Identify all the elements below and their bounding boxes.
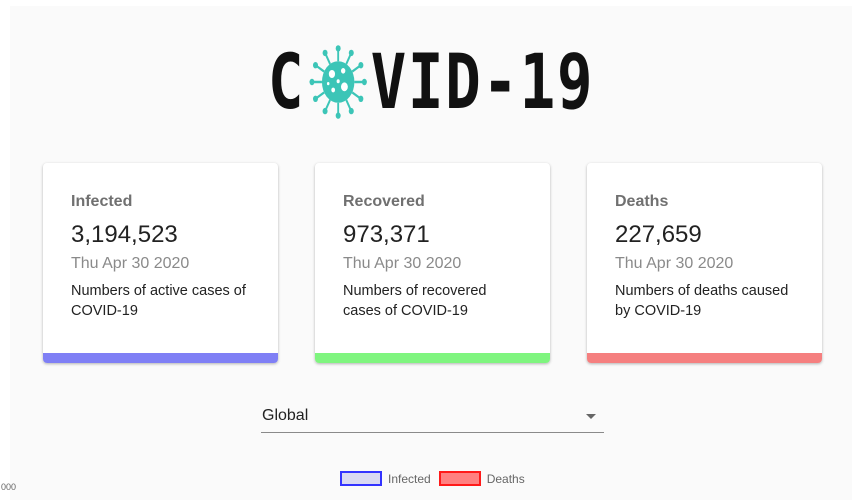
card-date: Thu Apr 30 2020 — [343, 255, 462, 272]
chevron-down-icon[interactable] — [586, 414, 596, 419]
card-value: 227,659 — [615, 221, 702, 248]
logo-text-start: C — [267, 37, 306, 126]
card-description: Numbers of active cases of COVID-19 — [71, 283, 246, 319]
logo-text-end: VID-19 — [370, 37, 595, 126]
country-select-value: Global — [262, 407, 309, 424]
card-value: 3,194,523 — [71, 221, 178, 248]
app-page: C VID-19 Infected 3,194,523 Thu Apr 30 2… — [10, 6, 852, 500]
legend-label: Deaths — [486, 471, 525, 486]
card-value: 973,371 — [343, 221, 430, 248]
card-description: Numbers of recovered cases of COVID-19 — [343, 283, 487, 319]
legend-swatch — [438, 471, 481, 486]
legend-label: Infected — [388, 471, 431, 486]
card-title: Deaths — [615, 193, 669, 210]
card-title: Infected — [71, 193, 133, 210]
virus-icon — [309, 45, 367, 119]
chart-legend: Infected Deaths — [340, 471, 533, 486]
legend-item-deaths[interactable]: Deaths — [438, 471, 525, 486]
card-description: Numbers of deaths caused by COVID-19 — [615, 283, 789, 319]
recovered-card: Recovered 973,371 Thu Apr 30 2020 Number… — [315, 163, 550, 363]
legend-swatch — [340, 471, 382, 486]
covid-logo: C VID-19 — [103, 42, 760, 122]
card-color-stripe — [315, 353, 550, 363]
card-title: Recovered — [343, 193, 425, 210]
chart-y-tick: 000 — [1, 482, 17, 492]
country-select[interactable]: Global — [261, 402, 604, 433]
infected-card: Infected 3,194,523 Thu Apr 30 2020 Numbe… — [43, 163, 278, 363]
card-color-stripe — [43, 353, 278, 363]
card-color-stripe — [587, 353, 822, 363]
deaths-card: Deaths 227,659 Thu Apr 30 2020 Numbers o… — [587, 163, 822, 363]
card-date: Thu Apr 30 2020 — [615, 255, 734, 272]
legend-item-infected[interactable]: Infected — [340, 471, 431, 486]
card-date: Thu Apr 30 2020 — [71, 255, 190, 272]
